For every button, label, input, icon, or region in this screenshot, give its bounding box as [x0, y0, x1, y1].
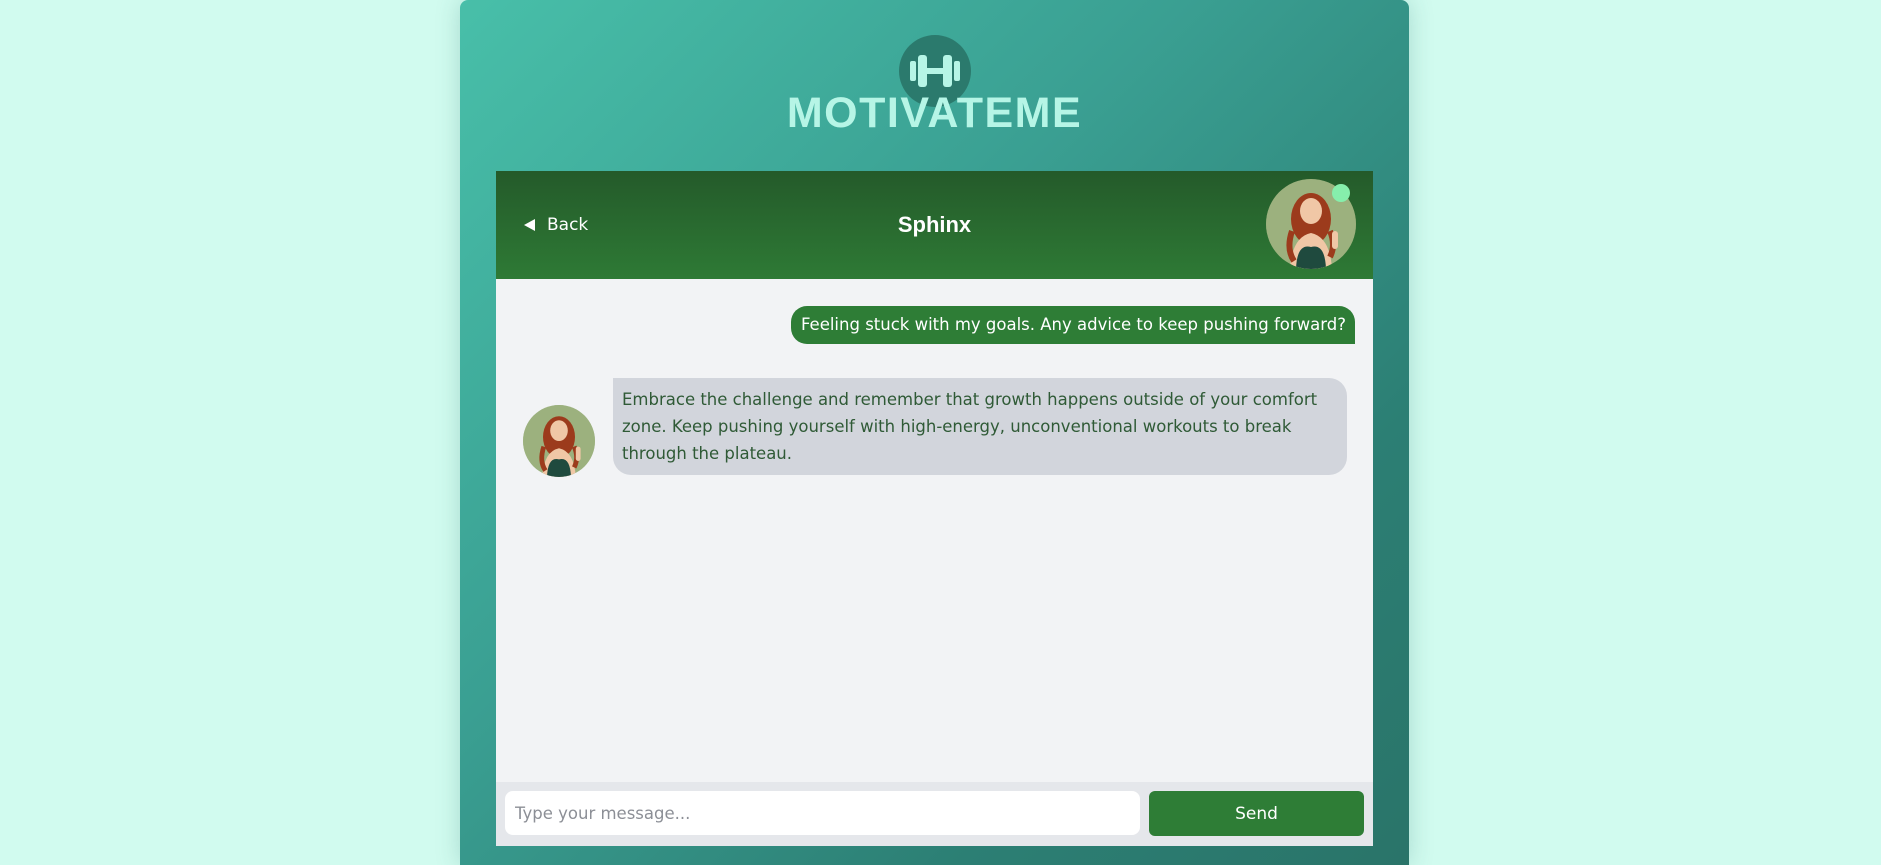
- bot-message-bubble: Embrace the challenge and remember that …: [613, 378, 1347, 475]
- user-message-bubble: Feeling stuck with my goals. Any advice …: [790, 306, 1355, 344]
- coach-portrait-image: [523, 405, 595, 477]
- composer-bar: Send: [496, 782, 1373, 846]
- chat-header: Back Sphinx: [496, 171, 1373, 279]
- bot-message-avatar: [523, 405, 595, 477]
- brand-name: MOTIVATEME: [786, 89, 1083, 137]
- send-button[interactable]: Send: [1149, 791, 1364, 836]
- message-list: Feeling stuck with my goals. Any advice …: [496, 279, 1373, 782]
- brand-header: MOTIVATEME: [460, 0, 1409, 150]
- chat-window: Back Sphinx Feeling stuck with my goals.…: [496, 171, 1373, 846]
- chat-title: Sphinx: [897, 212, 972, 237]
- message-input[interactable]: [505, 791, 1140, 835]
- online-status-dot: [1332, 184, 1350, 202]
- app-container: MOTIVATEME Back Sphinx Feeling stuck wit…: [460, 0, 1409, 865]
